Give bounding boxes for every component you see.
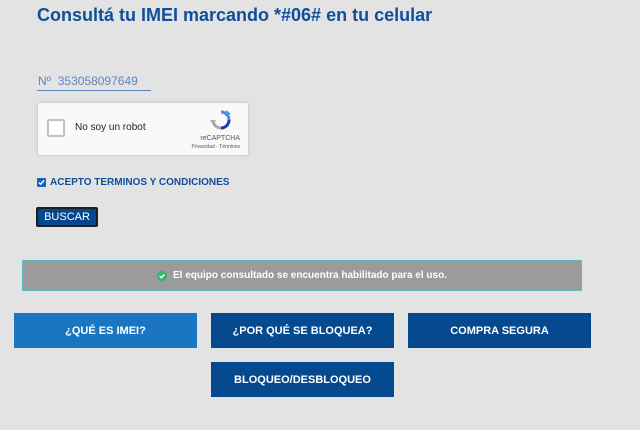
recaptcha-label: No soy un robot <box>75 122 146 133</box>
recaptcha-widget: No soy un robot reCAPTCHA Privacidad - T… <box>37 102 249 156</box>
page-title: Consultá tu IMEI marcando *#06# en tu ce… <box>37 5 433 25</box>
status-banner: El equipo consultado se encuentra habili… <box>22 260 582 291</box>
checkmark-icon <box>38 179 45 186</box>
lock-unlock-button[interactable]: BLOQUEO/DESBLOQUEO <box>211 362 394 397</box>
privacy-link[interactable]: Privacidad <box>191 144 214 150</box>
terms-link[interactable]: Términos <box>219 144 240 150</box>
search-button[interactable]: BUSCAR <box>36 207 98 227</box>
terms-row: ACEPTO TERMINOS Y CONDICIONES <box>37 177 229 188</box>
recaptcha-brand: reCAPTCHA <box>200 135 240 142</box>
check-circle-icon <box>157 270 168 281</box>
imei-check-page: Consultá tu IMEI marcando *#06# en tu ce… <box>0 0 640 430</box>
recaptcha-checkbox[interactable] <box>47 119 65 137</box>
why-block-button[interactable]: ¿POR QUÉ SE BLOQUEA? <box>211 313 394 348</box>
recaptcha-links: Privacidad - Términos <box>191 144 240 150</box>
recaptcha-logo-icon <box>210 110 231 130</box>
imei-input[interactable] <box>37 72 151 91</box>
what-is-imei-button[interactable]: ¿QUÉ ES IMEI? <box>14 313 197 348</box>
terms-label: ACEPTO TERMINOS Y CONDICIONES <box>50 177 230 188</box>
status-message: El equipo consultado se encuentra habili… <box>173 270 447 281</box>
terms-checkbox[interactable] <box>37 178 46 187</box>
safe-purchase-button[interactable]: COMPRA SEGURA <box>408 313 591 348</box>
